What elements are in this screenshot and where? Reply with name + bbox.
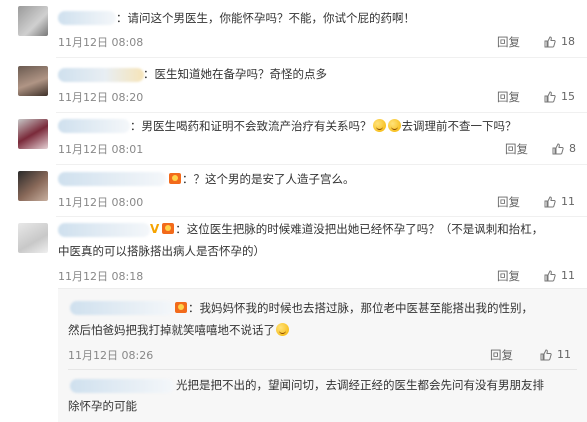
username[interactable]: [58, 223, 150, 237]
avatar[interactable]: [18, 119, 48, 149]
comment-text: V ：这位医生把脉的时候难道没把出她已经怀孕了吗？（不是讽刺和抬杠，: [150, 219, 543, 239]
like-count: 11: [561, 195, 575, 208]
comment-text: 中医真的可以搭脉搭出病人是否怀孕的）: [58, 244, 265, 258]
divider: [68, 369, 577, 370]
like-count: 11: [557, 348, 571, 361]
reply-text: ：我妈妈怀我的时候也去搭过脉，那位老中医甚至能搭出我的性别，: [174, 298, 533, 318]
reply-button[interactable]: 回复: [497, 89, 520, 105]
timestamp: 11月12日 08:20: [58, 91, 144, 104]
fan-badge-icon: [162, 223, 175, 234]
timestamp: 11月12日 08:08: [58, 36, 144, 49]
reply-button[interactable]: 回复: [497, 194, 520, 210]
laughing-emoji-icon: [372, 119, 386, 132]
avatar[interactable]: [18, 171, 48, 201]
avatar[interactable]: [18, 66, 48, 96]
reply-text: 光把是把不出的，望闻问切，去调经正经的医生都会先问有没有男朋友排: [176, 378, 544, 392]
like-button[interactable]: 8: [552, 142, 576, 155]
reply-button[interactable]: 回复: [490, 347, 513, 363]
comment-item: ：请问这个男医生，你能怀孕吗？不能，你试个屁的药啊！ 11月12日 08:08 …: [0, 0, 587, 58]
like-count: 18: [561, 35, 575, 48]
username[interactable]: [70, 379, 174, 393]
laughing-emoji-icon: [276, 323, 289, 336]
fan-badge-icon: [175, 302, 187, 313]
comment-item: ：医生知道她在备孕吗？奇怪的点多 11月12日 08:20 回复 15: [0, 58, 587, 113]
like-count: 8: [569, 142, 576, 155]
timestamp: 11月12日 08:26: [68, 349, 154, 362]
reply-text: 除怀孕的可能: [68, 399, 137, 413]
like-button[interactable]: 11: [544, 269, 575, 282]
username[interactable]: [58, 11, 116, 25]
thumbs-up-icon: [552, 142, 564, 154]
username[interactable]: [58, 172, 166, 186]
comment-text: ：医生知道她在备孕吗？奇怪的点多: [143, 67, 327, 81]
like-count: 11: [561, 269, 575, 282]
username[interactable]: [58, 68, 144, 82]
reply-button[interactable]: 回复: [497, 34, 520, 50]
thumbs-up-icon: [544, 35, 556, 47]
comment-text: ：请问这个男医生，你能怀孕吗？不能，你试个屁的药啊！: [116, 11, 415, 25]
avatar[interactable]: [18, 223, 48, 253]
laughing-emoji-icon: [387, 119, 401, 132]
thumbs-up-icon: [544, 269, 556, 281]
like-button[interactable]: 18: [544, 35, 575, 48]
comment-text: ：？这个男的是安了人造子宫么。: [168, 169, 355, 189]
comment-text: ：男医生喝药和证明不会致流产治疗有关系吗？ 去调理前不查一下吗？: [130, 116, 517, 136]
username[interactable]: [70, 301, 174, 315]
like-button[interactable]: 11: [544, 195, 575, 208]
comment-text-part: ：男医生喝药和证明不会致流产治疗有关系吗？: [130, 119, 372, 133]
comment-text-part: 去调理前不查一下吗？: [401, 119, 517, 133]
comment-item: ：？这个男的是安了人造子宫么。 11月12日 08:00 回复 11: [0, 165, 587, 217]
like-button[interactable]: 11: [540, 348, 571, 361]
fan-badge-icon: [169, 173, 181, 184]
thumbs-up-icon: [544, 90, 556, 102]
sub-reply-section: ：我妈妈怀我的时候也去搭过脉，那位老中医甚至能搭出我的性别， 然后怕爸妈把我打掉…: [58, 288, 587, 422]
timestamp: 11月12日 08:18: [58, 270, 144, 283]
thumbs-up-icon: [540, 348, 552, 360]
like-count: 15: [561, 90, 575, 103]
verified-v-icon: V: [150, 222, 160, 236]
like-button[interactable]: 15: [544, 90, 575, 103]
thumbs-up-icon: [544, 195, 556, 207]
reply-button[interactable]: 回复: [505, 141, 528, 157]
avatar[interactable]: [18, 6, 48, 36]
timestamp: 11月12日 08:01: [58, 143, 144, 156]
comment-item: ：男医生喝药和证明不会致流产治疗有关系吗？ 去调理前不查一下吗？ 11月12日 0…: [0, 113, 587, 165]
timestamp: 11月12日 08:00: [58, 196, 144, 209]
reply-text: 然后怕爸妈把我打掉就笑嘻嘻地不说话了: [68, 320, 290, 340]
username[interactable]: [58, 119, 130, 133]
reply-button[interactable]: 回复: [497, 268, 520, 284]
